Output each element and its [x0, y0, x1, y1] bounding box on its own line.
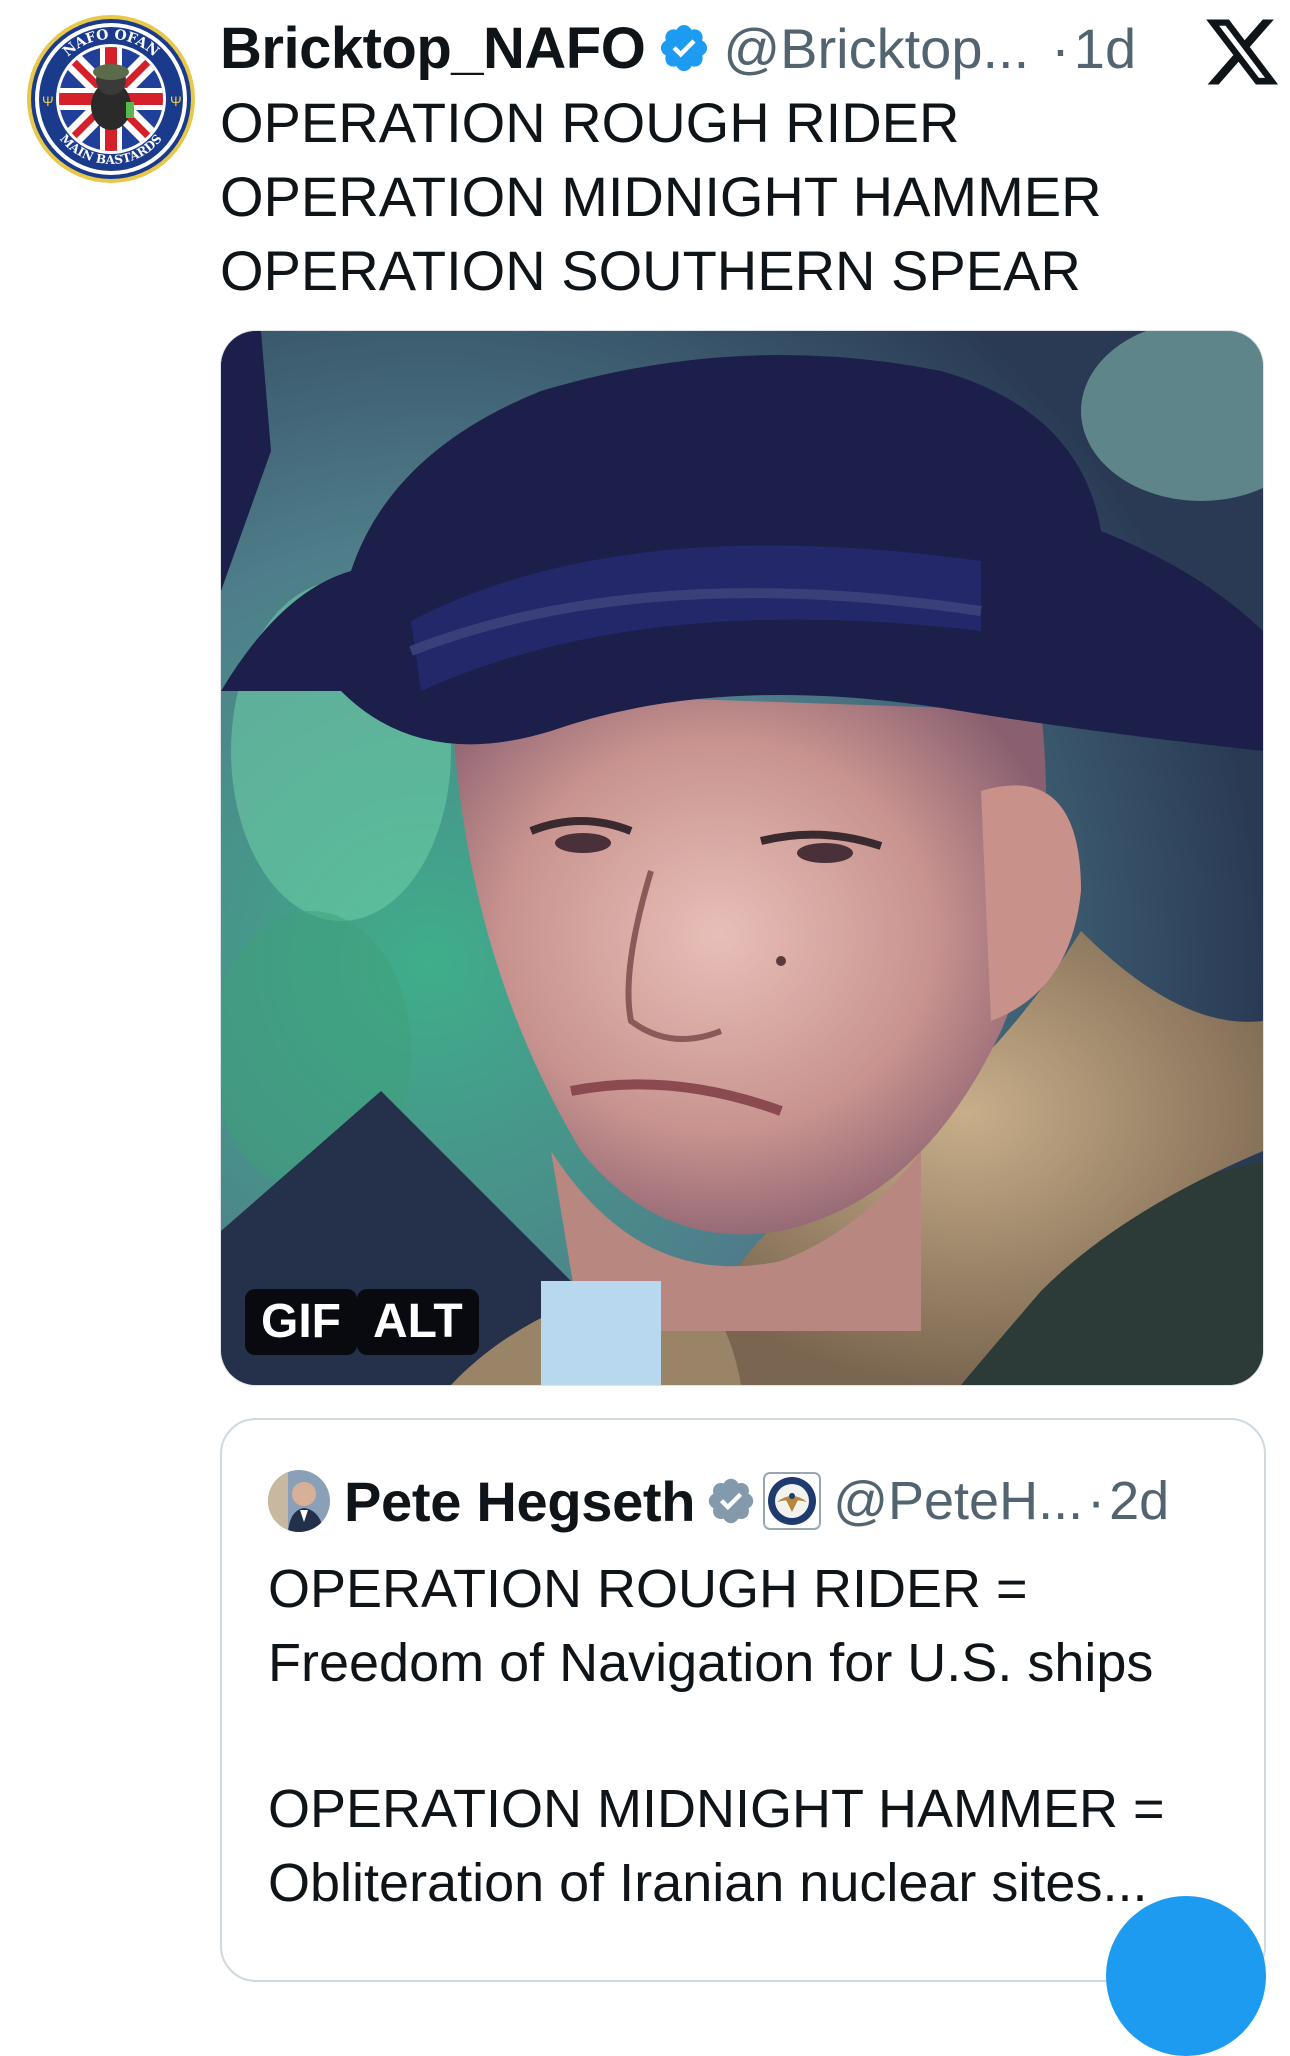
quoted-text-line: OPERATION ROUGH RIDER = — [268, 1559, 1028, 1619]
quoted-author-name[interactable]: Pete Hegseth — [344, 1469, 695, 1534]
gif-badge: GIF — [245, 1289, 357, 1355]
trident-left-icon: Ψ — [42, 93, 54, 109]
quoted-text-line: OPERATION MIDNIGHT HAMMER = — [268, 1779, 1165, 1839]
gif-image — [221, 331, 1263, 1385]
quoted-tweet-card[interactable]: Pete Hegseth @PeteH... · 2d OPERATION RO… — [220, 1418, 1266, 1982]
quoted-tweet-text: OPERATION ROUGH RIDER = Freedom of Navig… — [268, 1552, 1248, 1920]
trident-right-icon: Ψ — [170, 93, 182, 109]
nafo-badge-icon: NAFO OFAN MAIN BASTARDS Ψ Ψ — [27, 15, 195, 183]
author-display-name[interactable]: Bricktop_NAFO — [220, 15, 646, 82]
quoted-text-line — [268, 1700, 1248, 1772]
quoted-author-avatar[interactable] — [268, 1470, 330, 1532]
quoted-text-line: Obliteration of Iranian nuclear sites... — [268, 1853, 1148, 1913]
tweet-timestamp[interactable]: 1d — [1074, 16, 1136, 81]
separator-dot: · — [1051, 16, 1070, 80]
x-logo-icon[interactable] — [1202, 12, 1282, 92]
verified-badge-icon[interactable] — [657, 21, 711, 75]
tweet-text-line: OPERATION ROUGH RIDER — [220, 91, 960, 154]
tweet-header: Bricktop_NAFO @Bricktop... · 1d — [220, 8, 1136, 88]
quoted-tweet-timestamp[interactable]: 2d — [1109, 1470, 1169, 1532]
compose-fab-button[interactable] — [1106, 1896, 1266, 2056]
author-handle[interactable]: @Bricktop... — [723, 16, 1029, 81]
quoted-author-handle[interactable]: @PeteH... — [833, 1470, 1083, 1532]
verified-badge-icon[interactable] — [705, 1475, 757, 1527]
author-avatar[interactable]: NAFO OFAN MAIN BASTARDS Ψ Ψ — [26, 14, 196, 184]
quoted-tweet-header: Pete Hegseth @PeteH... · 2d — [268, 1466, 1169, 1536]
tweet-media-gif[interactable]: GIF ALT — [220, 330, 1264, 1386]
alt-badge[interactable]: ALT — [357, 1289, 479, 1355]
quoted-text-line: Freedom of Navigation for U.S. ships — [268, 1633, 1154, 1693]
tweet-text-line: OPERATION MIDNIGHT HAMMER — [220, 165, 1102, 228]
tweet-text-line: OPERATION SOUTHERN SPEAR — [220, 239, 1081, 302]
tweet-text: OPERATION ROUGH RIDER OPERATION MIDNIGHT… — [220, 86, 1102, 308]
department-seal-icon[interactable] — [763, 1472, 822, 1530]
separator-dot: · — [1087, 1471, 1106, 1531]
